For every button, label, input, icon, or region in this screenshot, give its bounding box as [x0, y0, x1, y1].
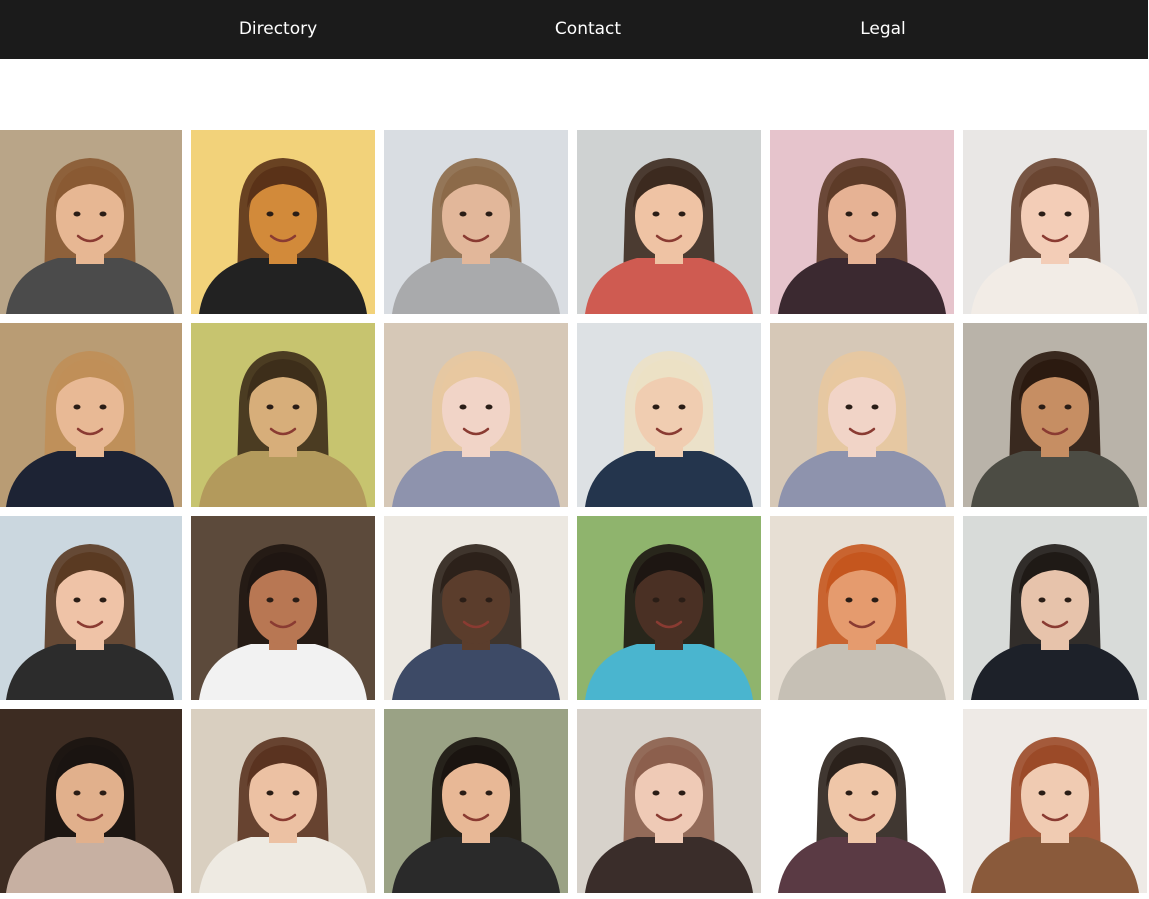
profile-photo[interactable]: [770, 516, 954, 700]
profile-photo[interactable]: [963, 130, 1147, 314]
profile-photo[interactable]: [963, 709, 1147, 893]
profile-photo[interactable]: [0, 516, 182, 700]
profile-photo[interactable]: [770, 323, 954, 507]
profile-photo[interactable]: [577, 516, 761, 700]
profile-photo[interactable]: [770, 130, 954, 314]
profile-photo[interactable]: [384, 130, 568, 314]
profile-photo[interactable]: [577, 709, 761, 893]
profile-photo[interactable]: [963, 516, 1147, 700]
profile-photo[interactable]: [0, 130, 182, 314]
profile-photo[interactable]: [577, 323, 761, 507]
profile-photo[interactable]: [384, 709, 568, 893]
profile-photo-grid: [0, 130, 1149, 899]
profile-photo[interactable]: [191, 516, 375, 700]
profile-photo[interactable]: [384, 516, 568, 700]
profile-photo[interactable]: [191, 323, 375, 507]
profile-photo[interactable]: [963, 323, 1147, 507]
nav-link-contact[interactable]: Contact: [555, 0, 621, 59]
profile-photo[interactable]: [0, 323, 182, 507]
profile-photo[interactable]: [384, 323, 568, 507]
nav-link-legal[interactable]: Legal: [860, 0, 906, 59]
nav-link-directory[interactable]: Directory: [239, 0, 317, 59]
top-navigation-bar: Directory Contact Legal: [0, 0, 1148, 59]
profile-photo[interactable]: [191, 130, 375, 314]
profile-photo[interactable]: [191, 709, 375, 893]
profile-photo[interactable]: [577, 130, 761, 314]
profile-photo[interactable]: [0, 709, 182, 893]
profile-photo[interactable]: [770, 709, 954, 893]
